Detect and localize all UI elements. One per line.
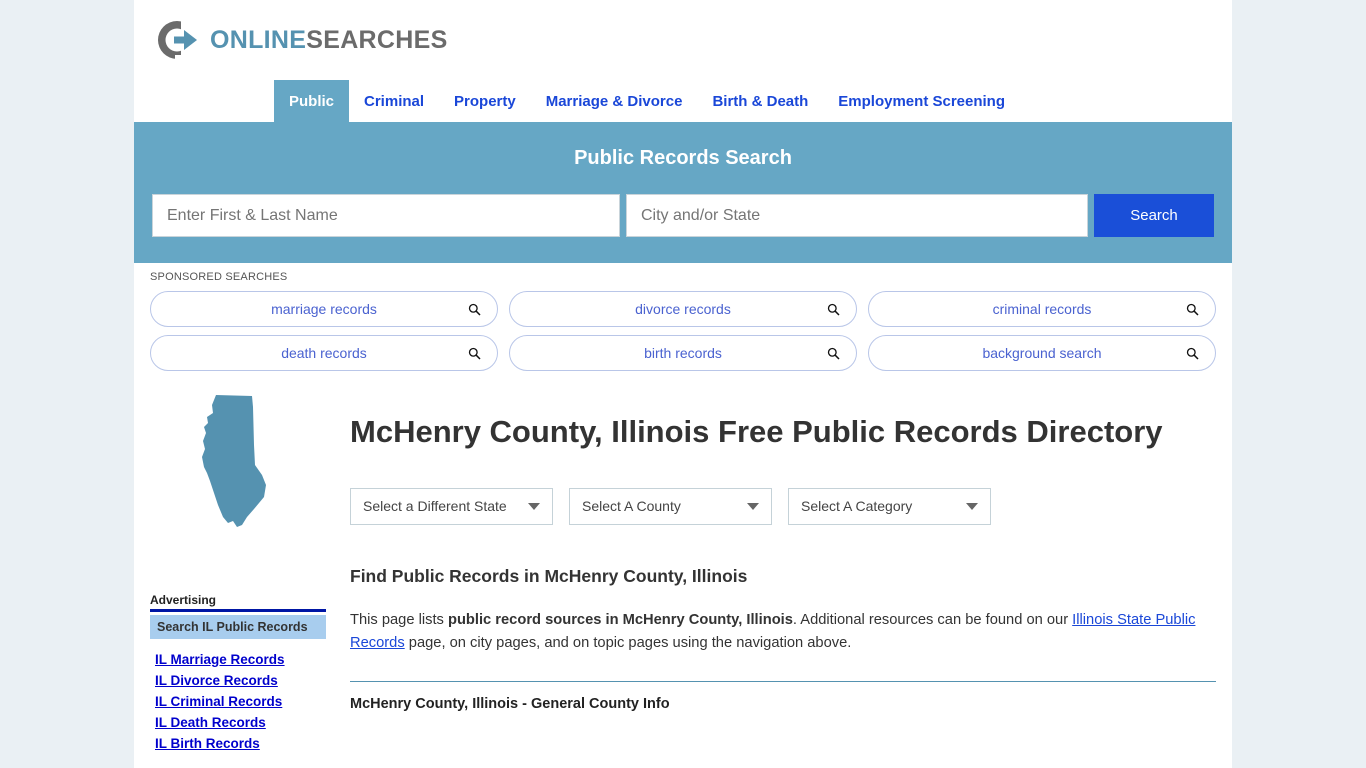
sponsored-pill-marriage-records[interactable]: marriage records [150, 291, 498, 327]
search-il-public-records-box[interactable]: Search IL Public Records [150, 615, 326, 639]
chevron-down-icon [747, 502, 759, 510]
sponsored-pill-label: marriage records [271, 301, 377, 317]
tab-property[interactable]: Property [439, 80, 531, 122]
sponsored-searches-label: SPONSORED SEARCHES [150, 271, 288, 283]
page-container: ONLINESEARCHES Public Criminal Property … [134, 0, 1232, 768]
magnifier-icon [1186, 347, 1199, 360]
chevron-down-icon [528, 502, 540, 510]
state-select[interactable]: Select a Different State [350, 487, 553, 525]
sponsored-pill-birth-records[interactable]: birth records [509, 335, 857, 371]
sidebar-link-il-birth-records[interactable]: IL Birth Records [150, 733, 326, 754]
county-select-value: Select A County [582, 498, 681, 515]
location-search-input[interactable] [626, 194, 1088, 237]
sponsored-pill-label: criminal records [992, 301, 1092, 317]
sponsored-pill-label: divorce records [635, 301, 731, 317]
tab-public[interactable]: Public [274, 80, 350, 122]
main-column: McHenry County, Illinois Free Public Rec… [326, 387, 1216, 754]
intro-paragraph: This page lists public record sources in… [350, 609, 1216, 655]
sponsored-pill-criminal-records[interactable]: criminal records [868, 291, 1216, 327]
page-title: McHenry County, Illinois Free Public Rec… [350, 414, 1163, 449]
advertising-label: Advertising [150, 593, 326, 612]
sponsored-pill-divorce-records[interactable]: divorce records [509, 291, 857, 327]
sidebar-link-il-criminal-records[interactable]: IL Criminal Records [150, 691, 326, 712]
magnifier-icon [1186, 303, 1199, 316]
paragraph-part-1: This page lists [350, 611, 448, 628]
tab-marriage-divorce[interactable]: Marriage & Divorce [531, 80, 698, 122]
paragraph-part-3: page, on city pages, and on topic pages … [404, 634, 852, 651]
paragraph-bold-1: public record sources in McHenry County,… [447, 611, 793, 628]
name-search-input[interactable] [152, 194, 620, 237]
logo-text-online: ONLINE [210, 25, 307, 54]
county-select[interactable]: Select A County [569, 487, 772, 525]
magnifier-icon [827, 303, 840, 316]
filter-selects: Select a Different State Select A County… [350, 487, 1216, 525]
search-form: Search [152, 194, 1214, 237]
site-logo-text: ONLINESEARCHES [210, 26, 448, 55]
tab-employment-screening[interactable]: Employment Screening [823, 80, 1020, 122]
illinois-state-map-icon [192, 393, 284, 529]
logo-text-searches: SEARCHES [306, 25, 448, 54]
main-content: Advertising Search IL Public Records IL … [134, 371, 1232, 754]
state-select-value: Select a Different State [363, 498, 507, 515]
sidebar-link-il-marriage-records[interactable]: IL Marriage Records [150, 649, 326, 670]
category-select-value: Select A Category [801, 498, 913, 515]
circular-arrow-icon [154, 17, 200, 63]
category-select[interactable]: Select A Category [788, 487, 991, 525]
sponsored-pill-label: background search [982, 345, 1102, 361]
sidebar-link-il-divorce-records[interactable]: IL Divorce Records [150, 670, 326, 691]
advertising-block: Advertising Search IL Public Records IL … [150, 593, 326, 754]
sponsored-pill-death-records[interactable]: death records [150, 335, 498, 371]
site-header: ONLINESEARCHES [134, 0, 1232, 80]
tab-birth-death[interactable]: Birth & Death [697, 80, 823, 122]
section-heading: Find Public Records in McHenry County, I… [350, 565, 748, 586]
banner-title: Public Records Search [574, 147, 792, 169]
state-map-container [150, 387, 326, 537]
sponsored-pill-label: death records [281, 345, 367, 361]
general-county-info-heading: McHenry County, Illinois - General Count… [350, 696, 670, 713]
magnifier-icon [468, 303, 481, 316]
sponsored-pill-background-search[interactable]: background search [868, 335, 1216, 371]
sponsored-searches-grid: marriage records divorce records crimina… [150, 291, 1216, 371]
magnifier-icon [827, 347, 840, 360]
left-sidebar: Advertising Search IL Public Records IL … [150, 387, 326, 754]
sidebar-link-il-death-records[interactable]: IL Death Records [150, 712, 326, 733]
public-records-search-banner: Public Records Search Search [134, 125, 1232, 263]
main-navigation: Public Criminal Property Marriage & Divo… [134, 80, 1232, 125]
advertising-links: IL Marriage Records IL Divorce Records I… [150, 649, 326, 754]
section-divider [350, 681, 1216, 683]
tab-criminal[interactable]: Criminal [349, 80, 439, 122]
sponsored-pill-label: birth records [644, 345, 722, 361]
chevron-down-icon [966, 502, 978, 510]
magnifier-icon [468, 347, 481, 360]
paragraph-part-2: . Additional resources can be found on o… [792, 611, 1073, 628]
sponsored-searches-section: SPONSORED SEARCHES marriage records divo… [134, 263, 1232, 371]
search-button[interactable]: Search [1094, 194, 1214, 237]
